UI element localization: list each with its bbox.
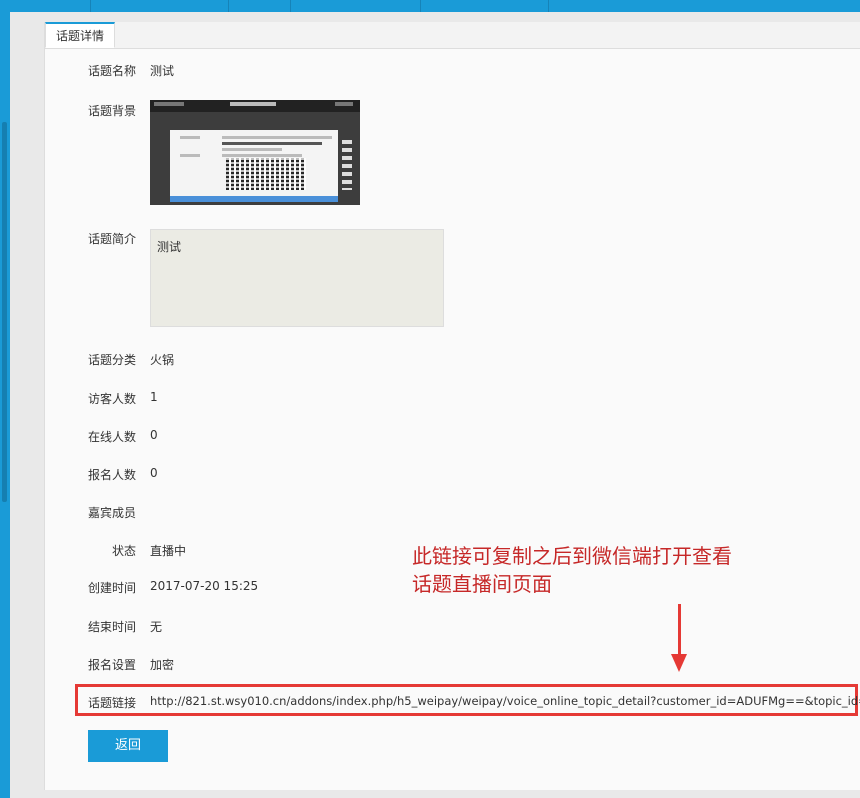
visitors-value: 1 <box>150 390 158 404</box>
field-label: 状态 <box>111 544 136 558</box>
field-label: 话题链接 <box>87 696 136 710</box>
image-side-icons <box>342 140 352 190</box>
topic-name-value: 测试 <box>150 64 175 78</box>
annotation-line: 此链接可复制之后到微信端打开查看 <box>412 544 732 568</box>
annotation-arrow <box>678 604 681 656</box>
topic-link-value[interactable]: http://821.st.wsy010.cn/addons/index.php… <box>150 694 860 708</box>
status-value: 直播中 <box>150 544 187 558</box>
signup-setting-value: 加密 <box>150 658 175 672</box>
category-value: 火锅 <box>150 353 175 367</box>
ended-time-value: 无 <box>150 620 163 634</box>
topic-detail-panel: 话题详情 话题名称 测试 话题背景 话题简介 测试 话题分类 火锅 访客人数 1… <box>44 22 860 790</box>
top-nav-segment[interactable] <box>420 0 549 12</box>
topic-background-image[interactable] <box>150 100 360 205</box>
image-header-bar <box>150 100 360 112</box>
top-nav-segment[interactable] <box>90 0 229 12</box>
online-value: 0 <box>150 428 158 442</box>
annotation-arrow-head <box>671 654 687 672</box>
created-time-value: 2017-07-20 15:25 <box>150 579 259 593</box>
top-navigation-bar <box>0 0 860 12</box>
image-blue-button <box>170 196 338 202</box>
field-label: 报名设置 <box>87 658 136 672</box>
annotation-text: 此链接可复制之后到微信端打开查看 话题直播间页面 <box>412 542 852 598</box>
field-label: 嘉宾成员 <box>87 506 136 520</box>
field-label: 结束时间 <box>87 620 136 634</box>
field-label: 话题简介 <box>87 232 136 246</box>
top-nav-segment[interactable] <box>228 0 291 12</box>
image-card <box>170 130 338 196</box>
field-label: 话题名称 <box>87 64 136 78</box>
left-sidebar <box>0 12 10 798</box>
field-label: 创建时间 <box>87 581 136 595</box>
top-nav-segment[interactable] <box>290 0 421 12</box>
back-button[interactable]: 返回 <box>88 730 168 762</box>
tab-topic-detail[interactable]: 话题详情 <box>45 22 115 48</box>
field-label: 报名人数 <box>87 468 136 482</box>
signups-value: 0 <box>150 466 158 480</box>
top-nav-segment[interactable] <box>0 0 91 12</box>
field-label: 话题背景 <box>87 104 136 118</box>
annotation-line: 话题直播间页面 <box>412 572 552 596</box>
field-label: 在线人数 <box>87 430 136 444</box>
tab-bar: 话题详情 <box>45 22 860 49</box>
field-label: 访客人数 <box>87 392 136 406</box>
field-label: 话题分类 <box>87 353 136 367</box>
topic-intro-box: 测试 <box>150 229 444 327</box>
sidebar-scrollbar[interactable] <box>2 122 7 502</box>
